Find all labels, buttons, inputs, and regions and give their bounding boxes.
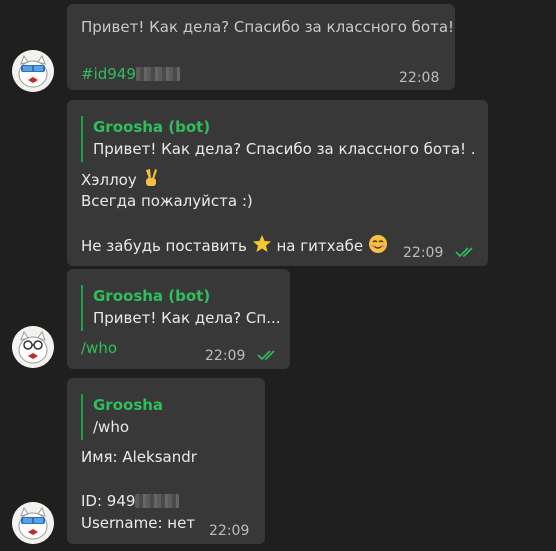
hashtag-line: #id949 [81, 63, 180, 85]
smiling-face-icon [368, 235, 387, 253]
message-bubble-user-greeting[interactable]: Привет! Как дела? Спасибо за классного б… [67, 4, 455, 90]
message-time: 22:09 [205, 348, 246, 364]
reply-preview[interactable]: Groosha (bot) Привет! Как дела? Спасибо … [81, 116, 476, 162]
message-text: Привет! Как дела? Спасибо за классного б… [81, 18, 455, 36]
message-bubble-bot-who[interactable]: Groosha (bot) Привет! Как дела? Сп... /w… [67, 269, 290, 369]
cat-avatar-icon [12, 50, 54, 92]
cat-avatar-icon [12, 326, 54, 368]
redacted-blur [135, 494, 180, 508]
command-link[interactable]: /who [81, 337, 117, 359]
user-avatar[interactable] [12, 50, 54, 92]
info-id: ID: 949 [81, 492, 136, 510]
reply-author: Groosha [93, 396, 164, 414]
bot-avatar[interactable] [12, 326, 54, 368]
message-line-github: Не забудь поставить на гитхабе [81, 234, 388, 257]
message-text: Хэллоу [81, 171, 137, 189]
message-time: 22:08 [399, 70, 440, 86]
cat-avatar-icon [12, 502, 54, 544]
reply-author: Groosha (bot) [93, 118, 211, 136]
message-time: 22:09 [403, 245, 444, 261]
reply-preview[interactable]: Groosha (bot) Привет! Как дела? Сп... [81, 285, 280, 331]
message-time: 22:09 [209, 523, 250, 539]
double-check-icon [257, 350, 275, 361]
user-avatar[interactable] [12, 502, 54, 544]
chat-history: Привет! Как дела? Спасибо за классного б… [0, 0, 556, 551]
reply-preview[interactable]: Groosha /who [81, 394, 251, 440]
reply-quote: Привет! Как дела? Спасибо за классного б… [93, 140, 476, 158]
info-id-line: ID: 949 [81, 490, 180, 512]
reply-quote: Привет! Как дела? Сп... [93, 309, 280, 327]
hashtag-link[interactable]: #id949 [81, 65, 136, 83]
victory-hand-icon [145, 169, 157, 186]
info-name: Имя: Aleksandr [81, 448, 197, 466]
message-bubble-bot-reply[interactable]: Groosha (bot) Привет! Как дела? Спасибо … [67, 100, 488, 266]
double-check-icon [455, 247, 473, 258]
star-icon [252, 235, 271, 252]
message-bubble-user-info[interactable]: Groosha /who Имя: Aleksandr ID: 949 User… [67, 378, 265, 544]
message-text: Всегда пожалуйста :) [81, 192, 253, 210]
info-username: Username: нет [81, 514, 196, 532]
message-text: Не забудь поставить [81, 237, 247, 255]
redacted-blur [135, 67, 180, 81]
reply-quote: /who [93, 418, 130, 436]
reply-author: Groosha (bot) [93, 287, 211, 305]
message-line-hello: Хэллоу [81, 168, 160, 191]
message-text: на гитхабе [276, 237, 364, 255]
